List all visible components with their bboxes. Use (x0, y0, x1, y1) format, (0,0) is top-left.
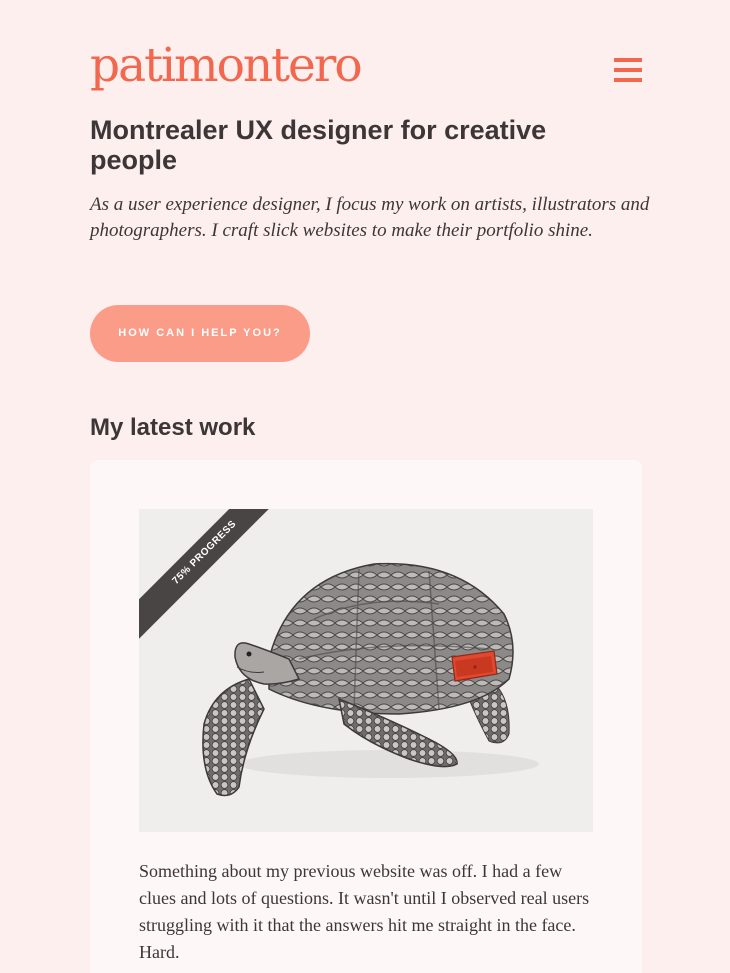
hamburger-menu-icon[interactable] (614, 58, 642, 86)
site-header: patimontero (90, 36, 642, 96)
work-image[interactable]: 75% PROGRESS (139, 509, 593, 832)
work-card[interactable]: 75% PROGRESS Something about my previous… (90, 460, 642, 973)
intro-text: As a user experience designer, I focus m… (90, 194, 650, 241)
site-logo[interactable]: patimontero (90, 36, 363, 96)
page-headline: Montrealer UX designer for creative peop… (90, 115, 547, 175)
menu-bar (614, 58, 642, 62)
latest-work-title: My latest work (90, 414, 256, 441)
menu-bar (614, 68, 642, 72)
page: patimontero Montrealer UX designer for c… (0, 0, 730, 973)
work-description: Something about my previous website was … (139, 861, 590, 962)
menu-bar (614, 78, 642, 82)
help-cta-button[interactable]: HOW CAN I HELP YOU? (90, 305, 310, 362)
